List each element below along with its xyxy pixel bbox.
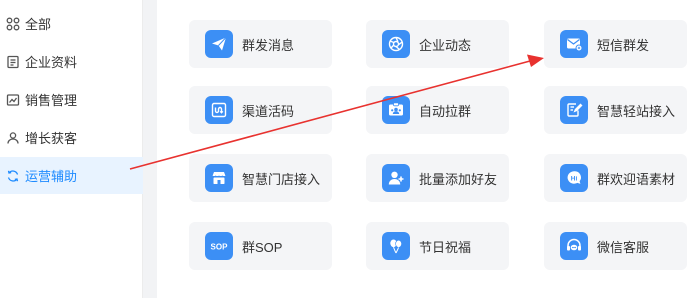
aperture-icon xyxy=(382,30,410,58)
svg-text:SOP: SOP xyxy=(211,242,228,251)
channel-code-icon xyxy=(205,96,233,124)
feature-label: 智慧轻站接入 xyxy=(597,103,676,119)
sidebar-item-label: 运营辅助 xyxy=(25,169,78,184)
feature-card-channel-code[interactable]: 渠道活码 xyxy=(189,86,332,134)
balloon-icon xyxy=(382,232,410,260)
sidebar-item-operations[interactable]: 运营辅助 xyxy=(0,157,143,194)
user-icon xyxy=(6,131,20,145)
sidebar-item-growth[interactable]: 增长获客 xyxy=(0,119,143,156)
feature-card-company-news[interactable]: 企业动态 xyxy=(366,20,509,68)
sms-icon xyxy=(560,30,588,58)
feature-card-smart-site[interactable]: 智慧轻站接入 xyxy=(544,86,687,134)
feature-card-batch-add-friends[interactable]: 批量添加好友 xyxy=(366,154,509,202)
feature-label: 微信客服 xyxy=(597,239,650,255)
feature-label: 群SOP xyxy=(242,239,283,255)
feature-card-mass-message[interactable]: 群发消息 xyxy=(189,20,332,68)
feature-card-smart-store[interactable]: 智慧门店接入 xyxy=(189,154,332,202)
feature-label: 群发消息 xyxy=(242,37,295,53)
store-icon xyxy=(205,164,233,192)
sidebar-item-company-info[interactable]: 企业资料 xyxy=(0,43,143,80)
hi-bubble-icon: Hi xyxy=(560,164,588,192)
svg-text:Hi: Hi xyxy=(571,175,578,182)
feature-label: 智慧门店接入 xyxy=(242,171,321,187)
send-icon xyxy=(205,30,233,58)
sidebar-item-label: 销售管理 xyxy=(25,93,78,108)
feature-label: 批量添加好友 xyxy=(419,171,498,187)
feature-label: 节日祝福 xyxy=(419,239,472,255)
feature-card-group-welcome[interactable]: Hi 群欢迎语素材 xyxy=(544,154,687,202)
feature-label: 群欢迎语素材 xyxy=(597,171,676,187)
sidebar-item-label: 增长获客 xyxy=(25,131,78,146)
group-invite-icon xyxy=(382,96,410,124)
site-edit-icon xyxy=(560,96,588,124)
chart-icon xyxy=(6,93,20,107)
grid-icon xyxy=(6,17,20,31)
feature-label: 自动拉群 xyxy=(419,103,472,119)
feature-card-sms-broadcast[interactable]: 短信群发 xyxy=(544,20,687,68)
refresh-icon xyxy=(6,169,20,183)
sidebar-item-sales[interactable]: 销售管理 xyxy=(0,81,143,118)
feature-card-holiday-greetings[interactable]: 节日祝福 xyxy=(366,222,509,270)
sidebar-item-all[interactable]: 全部 xyxy=(0,5,143,42)
feature-label: 渠道活码 xyxy=(242,103,295,119)
add-friend-icon xyxy=(382,164,410,192)
feature-card-auto-group[interactable]: 自动拉群 xyxy=(366,86,509,134)
feature-card-wechat-service[interactable]: 微信客服 xyxy=(544,222,687,270)
feature-label: 企业动态 xyxy=(419,37,472,53)
document-icon xyxy=(6,55,20,69)
sidebar-item-label: 全部 xyxy=(25,17,52,32)
feature-card-group-sop[interactable]: SOP 群SOP xyxy=(189,222,332,270)
headset-icon xyxy=(560,232,588,260)
feature-label: 短信群发 xyxy=(597,37,650,53)
sop-icon: SOP xyxy=(205,232,233,260)
sidebar-item-label: 企业资料 xyxy=(25,55,78,70)
sidebar: 全部 企业资料 销售管理 增长获客 运营辅助 xyxy=(0,0,143,298)
